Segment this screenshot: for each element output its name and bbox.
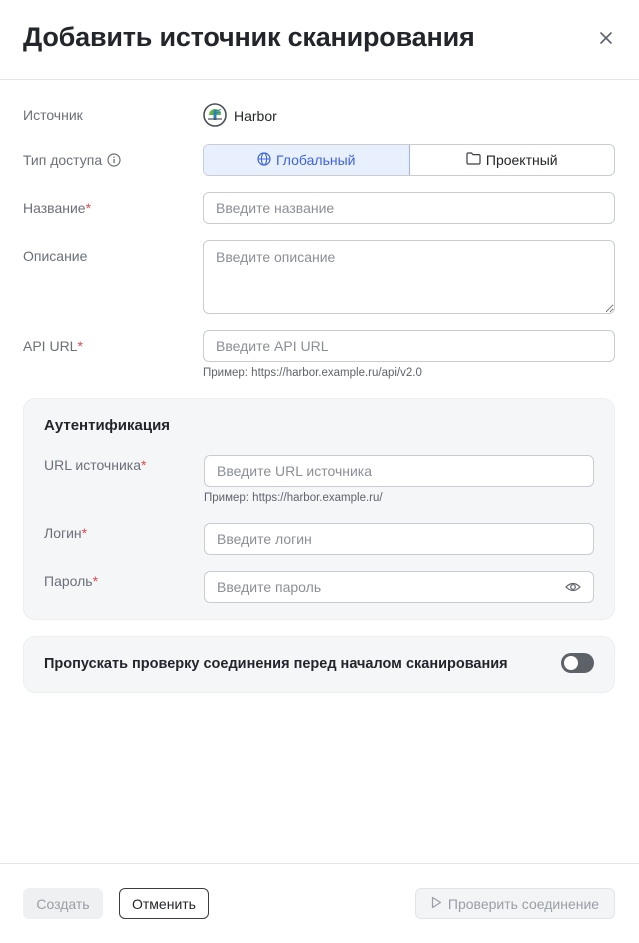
globe-icon [257, 151, 271, 169]
info-icon[interactable] [107, 153, 121, 170]
login-label: Логин* [44, 525, 87, 541]
play-icon [431, 896, 442, 912]
access-type-project-option[interactable]: Проектный [410, 145, 615, 175]
skip-check-toggle[interactable] [561, 653, 594, 673]
create-button[interactable]: Создать [23, 888, 103, 919]
toggle-knob [564, 656, 578, 670]
skip-check-label: Пропускать проверку соединения перед нач… [44, 656, 508, 672]
required-mark: * [141, 457, 147, 473]
description-label: Описание [23, 248, 88, 264]
source-url-hint: Пример: https://harbor.example.ru/ [204, 492, 383, 504]
access-type-label: Тип доступа [23, 152, 121, 170]
api-url-input[interactable] [203, 330, 615, 362]
api-url-label-text: API URL [23, 338, 78, 354]
harbor-logo [203, 102, 227, 130]
auth-title: Аутентификация [44, 417, 171, 434]
dialog-title: Добавить источник сканирования [23, 22, 475, 52]
access-type-selector: Глобальный Проектный [203, 144, 615, 176]
required-mark: * [81, 525, 88, 541]
source-label: Источник [23, 107, 83, 123]
access-type-text: Тип доступа [23, 152, 103, 168]
eye-icon[interactable] [565, 580, 581, 594]
password-label: Пароль* [44, 573, 98, 589]
api-url-label: API URL* [23, 338, 83, 354]
folder-icon [466, 152, 481, 168]
required-mark: * [77, 338, 83, 354]
name-input[interactable] [203, 192, 615, 224]
source-url-label-text: URL источника [44, 457, 141, 473]
source-url-label: URL источника* [44, 457, 146, 473]
check-connection-button[interactable]: Проверить соединение [415, 888, 615, 919]
access-type-global-label: Глобальный [276, 152, 356, 168]
source-name: Harbor [234, 108, 277, 124]
check-connection-label: Проверить соединение [447, 895, 600, 912]
required-mark: * [85, 200, 92, 216]
password-label-text: Пароль [44, 573, 93, 589]
close-icon[interactable] [597, 29, 615, 47]
cancel-button[interactable]: Отменить [119, 888, 209, 919]
login-input[interactable] [204, 523, 594, 555]
required-mark: * [92, 573, 99, 589]
dialog-header: Добавить источник сканирования [0, 0, 639, 80]
description-input[interactable] [203, 240, 615, 314]
access-type-project-label: Проектный [485, 152, 558, 168]
name-label: Название* [23, 200, 91, 216]
api-url-hint: Пример: https://harbor.example.ru/api/v2… [203, 367, 422, 379]
source-value: Harbor [203, 102, 277, 130]
name-label-text: Название [23, 200, 86, 216]
access-type-global-option[interactable]: Глобальный [204, 145, 410, 175]
source-url-input[interactable] [204, 455, 594, 487]
login-label-text: Логин [44, 525, 82, 541]
password-input[interactable] [204, 571, 594, 603]
